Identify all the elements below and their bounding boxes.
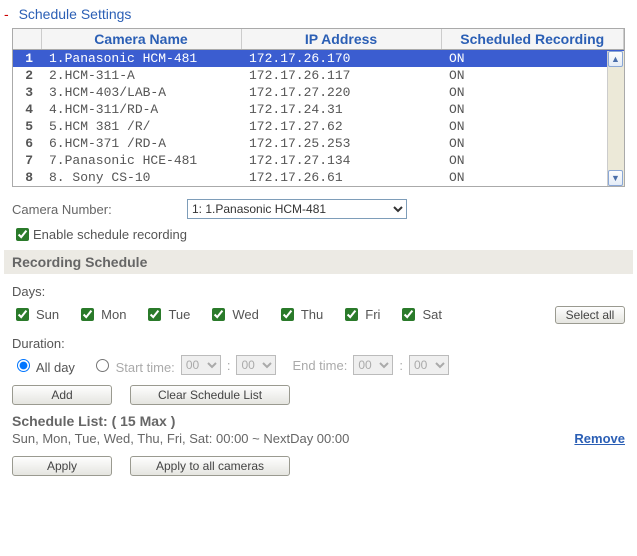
col-idx[interactable] xyxy=(13,29,41,50)
day-mon[interactable]: Mon xyxy=(77,305,126,324)
row-idx: 8 xyxy=(13,169,41,186)
row-idx: 3 xyxy=(13,84,41,101)
start-min-select[interactable]: 00 xyxy=(236,355,276,375)
row-rec: ON xyxy=(441,152,624,169)
col-name[interactable]: Camera Name xyxy=(41,29,241,50)
clear-schedule-button[interactable]: Clear Schedule List xyxy=(130,385,290,405)
col-ip[interactable]: IP Address xyxy=(241,29,441,50)
scroll-up-icon[interactable]: ▲ xyxy=(608,51,623,67)
row-rec: ON xyxy=(441,118,624,135)
row-name: 6.HCM-371 /RD-A xyxy=(41,135,241,152)
remove-link[interactable]: Remove xyxy=(574,431,625,446)
end-time-label: End time: xyxy=(292,358,347,373)
row-ip: 172.17.26.170 xyxy=(241,50,441,68)
end-min-select[interactable]: 00 xyxy=(409,355,449,375)
row-ip: 172.17.25.253 xyxy=(241,135,441,152)
table-row[interactable]: 88. Sony CS-10172.17.26.61ON xyxy=(13,169,624,186)
row-ip: 172.17.24.31 xyxy=(241,101,441,118)
day-sat[interactable]: Sat xyxy=(398,305,442,324)
section-title: Schedule Settings xyxy=(19,6,132,22)
table-scrollbar[interactable]: ▲ ▼ xyxy=(607,51,624,186)
row-rec: ON xyxy=(441,169,624,186)
start-hour-select[interactable]: 00 xyxy=(181,355,221,375)
table-row[interactable]: 11.Panasonic HCM-481172.17.26.170ON xyxy=(13,50,624,68)
row-rec: ON xyxy=(441,101,624,118)
row-name: 2.HCM-311-A xyxy=(41,67,241,84)
apply-button[interactable]: Apply xyxy=(12,456,112,476)
table-row[interactable]: 22.HCM-311-A172.17.26.117ON xyxy=(13,67,624,84)
table-row[interactable]: 77.Panasonic HCE-481172.17.27.134ON xyxy=(13,152,624,169)
camera-number-label: Camera Number: xyxy=(12,202,187,217)
end-hour-select[interactable]: 00 xyxy=(353,355,393,375)
duration-label: Duration: xyxy=(12,336,625,351)
duration-allday[interactable]: All day xyxy=(12,356,75,375)
row-name: 1.Panasonic HCM-481 xyxy=(41,50,241,68)
row-name: 5.HCM 381 /R/ xyxy=(41,118,241,135)
schedule-entry: Sun, Mon, Tue, Wed, Thu, Fri, Sat: 00:00… xyxy=(12,431,574,446)
row-rec: ON xyxy=(441,135,624,152)
col-rec[interactable]: Scheduled Recording xyxy=(441,29,624,50)
row-name: 4.HCM-311/RD-A xyxy=(41,101,241,118)
recording-schedule-header: Recording Schedule xyxy=(4,250,633,274)
days-label: Days: xyxy=(12,284,625,299)
row-ip: 172.17.26.61 xyxy=(241,169,441,186)
row-idx: 6 xyxy=(13,135,41,152)
scroll-down-icon[interactable]: ▼ xyxy=(608,170,623,186)
row-name: 8. Sony CS-10 xyxy=(41,169,241,186)
select-all-button[interactable]: Select all xyxy=(555,306,625,324)
apply-all-button[interactable]: Apply to all cameras xyxy=(130,456,290,476)
day-sun[interactable]: Sun xyxy=(12,305,59,324)
camera-table: Camera Name IP Address Scheduled Recordi… xyxy=(12,28,625,187)
row-idx: 7 xyxy=(13,152,41,169)
day-thu[interactable]: Thu xyxy=(277,305,323,324)
enable-schedule-label: Enable schedule recording xyxy=(33,227,187,242)
table-row[interactable]: 33.HCM-403/LAB-A172.17.27.220ON xyxy=(13,84,624,101)
table-row[interactable]: 66.HCM-371 /RD-A172.17.25.253ON xyxy=(13,135,624,152)
day-fri[interactable]: Fri xyxy=(341,305,380,324)
row-rec: ON xyxy=(441,84,624,101)
row-idx: 2 xyxy=(13,67,41,84)
enable-schedule-checkbox[interactable] xyxy=(16,228,29,241)
row-name: 7.Panasonic HCE-481 xyxy=(41,152,241,169)
day-tue[interactable]: Tue xyxy=(144,305,190,324)
row-ip: 172.17.27.220 xyxy=(241,84,441,101)
row-idx: 5 xyxy=(13,118,41,135)
day-wed[interactable]: Wed xyxy=(208,305,259,324)
row-ip: 172.17.26.117 xyxy=(241,67,441,84)
row-ip: 172.17.27.62 xyxy=(241,118,441,135)
add-button[interactable]: Add xyxy=(12,385,112,405)
row-rec: ON xyxy=(441,67,624,84)
duration-starttime[interactable]: Start time: xyxy=(91,356,175,375)
table-row[interactable]: 55.HCM 381 /R/172.17.27.62ON xyxy=(13,118,624,135)
row-rec: ON xyxy=(441,50,624,68)
row-idx: 1 xyxy=(13,50,41,68)
schedule-list-title: Schedule List: ( 15 Max ) xyxy=(12,413,625,429)
table-row[interactable]: 44.HCM-311/RD-A172.17.24.31ON xyxy=(13,101,624,118)
row-name: 3.HCM-403/LAB-A xyxy=(41,84,241,101)
collapse-icon[interactable]: - xyxy=(4,6,9,22)
row-idx: 4 xyxy=(13,101,41,118)
camera-number-select[interactable]: 1: 1.Panasonic HCM-481 xyxy=(187,199,407,219)
row-ip: 172.17.27.134 xyxy=(241,152,441,169)
